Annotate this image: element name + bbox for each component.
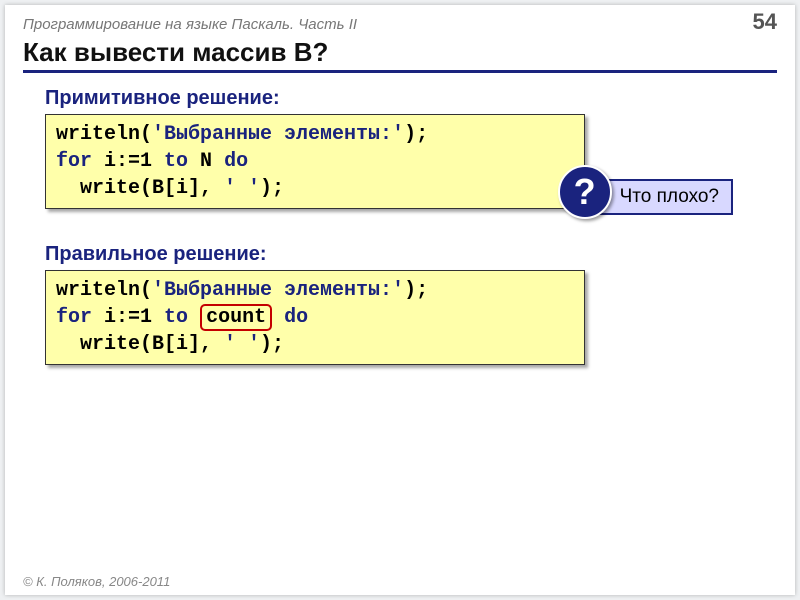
page-number: 54	[753, 9, 777, 35]
code-text	[272, 306, 284, 329]
code-string: ' '	[224, 333, 260, 356]
footer-copyright: © К. Поляков, 2006-2011	[23, 574, 170, 589]
code-text: write(B[i],	[56, 177, 224, 200]
slide-title: Как вывести массив B?	[23, 37, 777, 73]
code-text: i:=1	[92, 306, 164, 329]
code-text: );	[404, 123, 428, 146]
code-text: write(B[i],	[56, 333, 224, 356]
code-keyword: to	[164, 150, 188, 173]
code-text	[188, 306, 200, 329]
highlight-count: count	[200, 304, 272, 331]
code-keyword: do	[284, 306, 308, 329]
code-box-primitive: writeln('Выбранные элементы:'); for i:=1…	[45, 114, 585, 209]
code-box-correct: writeln('Выбранные элементы:'); for i:=1…	[45, 270, 585, 365]
code-text: );	[404, 279, 428, 302]
code-string: 'Выбранные элементы:'	[152, 279, 404, 302]
section2-label: Правильное решение:	[45, 243, 795, 266]
question-mark-icon: ?	[558, 165, 612, 219]
callout-box: ? Что плохо?	[590, 179, 733, 215]
code-keyword: for	[56, 306, 92, 329]
code-text: writeln(	[56, 279, 152, 302]
slide: Программирование на языке Паскаль. Часть…	[5, 5, 795, 595]
code-text: i:=1	[92, 150, 164, 173]
code-text: N	[188, 150, 224, 173]
header-bar: Программирование на языке Паскаль. Часть…	[5, 5, 795, 35]
section1-label: Примитивное решение:	[45, 87, 795, 110]
callout-text: Что плохо?	[620, 186, 719, 207]
course-title: Программирование на языке Паскаль. Часть…	[23, 16, 357, 33]
code-text: );	[260, 177, 284, 200]
code-keyword: for	[56, 150, 92, 173]
code-text: );	[260, 333, 284, 356]
callout: ? Что плохо?	[590, 179, 733, 215]
code-string: 'Выбранные элементы:'	[152, 123, 404, 146]
code-string: ' '	[224, 177, 260, 200]
code-text: writeln(	[56, 123, 152, 146]
code-keyword: do	[224, 150, 248, 173]
code-keyword: to	[164, 306, 188, 329]
